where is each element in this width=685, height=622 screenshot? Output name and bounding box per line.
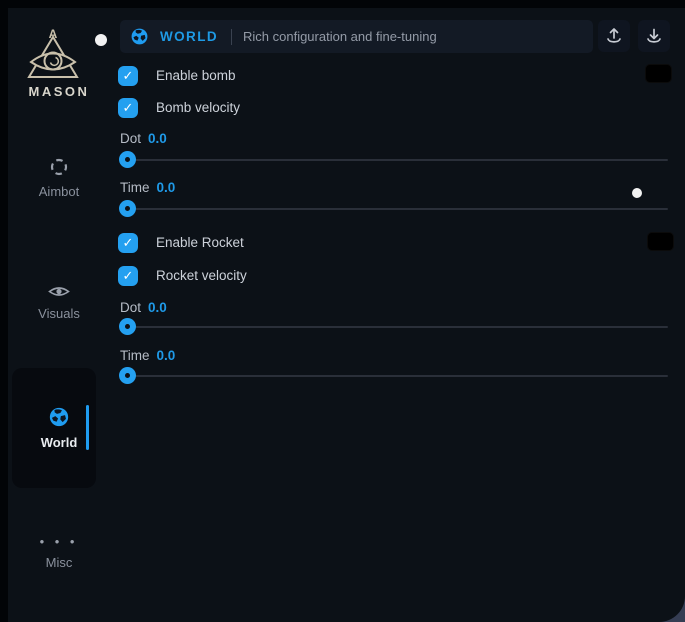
download-icon xyxy=(644,26,664,46)
sidebar-item-label: World xyxy=(41,435,78,450)
brand-name: MASON xyxy=(8,84,110,99)
slider-label: Time xyxy=(120,348,150,363)
page-subtitle: Rich configuration and fine-tuning xyxy=(243,29,437,44)
enable-rocket-row: ✓ Enable Rocket xyxy=(118,232,244,253)
slider-value: 0.0 xyxy=(148,131,167,146)
rocket-dot-slider-handle[interactable] xyxy=(119,318,136,335)
checkbox-label: Bomb velocity xyxy=(156,100,240,115)
eye-icon xyxy=(48,284,70,299)
upload-button[interactable] xyxy=(598,20,630,52)
check-icon: ✓ xyxy=(123,101,134,114)
download-button[interactable] xyxy=(638,20,670,52)
enable-rocket-checkbox[interactable]: ✓ xyxy=(118,233,138,253)
slider-label: Dot xyxy=(120,131,141,146)
rocket-time-slider-handle[interactable] xyxy=(119,367,136,384)
rocket-color-swatch[interactable] xyxy=(647,232,674,251)
cursor-dot xyxy=(632,188,642,198)
check-icon: ✓ xyxy=(123,236,134,249)
slider-value: 0.0 xyxy=(157,180,176,195)
rocket-dot-caption: Dot 0.0 xyxy=(120,300,167,315)
bomb-color-swatch[interactable] xyxy=(645,64,672,83)
check-icon: ✓ xyxy=(123,269,134,282)
bomb-time-slider-track[interactable] xyxy=(120,208,668,210)
enable-bomb-checkbox[interactable]: ✓ xyxy=(118,66,138,86)
bomb-dot-caption: Dot 0.0 xyxy=(120,131,167,146)
check-icon: ✓ xyxy=(123,69,134,82)
brand-logo-icon: A xyxy=(22,26,84,84)
enable-bomb-row: ✓ Enable bomb xyxy=(118,65,236,86)
bomb-time-slider-handle[interactable] xyxy=(119,200,136,217)
sidebar-item-label: Aimbot xyxy=(39,184,79,199)
sidebar-item-visuals[interactable]: Visuals xyxy=(8,284,110,323)
bomb-velocity-checkbox[interactable]: ✓ xyxy=(118,98,138,118)
sidebar-item-misc[interactable]: • • • Misc xyxy=(8,538,110,572)
crosshair-icon xyxy=(49,157,69,177)
slider-value: 0.0 xyxy=(157,348,176,363)
checkbox-label: Enable bomb xyxy=(156,68,236,83)
rocket-time-caption: Time 0.0 xyxy=(120,348,175,363)
header-divider xyxy=(231,29,232,45)
bomb-velocity-row: ✓ Bomb velocity xyxy=(118,97,240,118)
slider-label: Time xyxy=(120,180,150,195)
globe-icon xyxy=(48,406,70,428)
ellipsis-icon: • • • xyxy=(8,538,110,546)
cursor-dot xyxy=(95,34,107,46)
bomb-dot-slider-handle[interactable] xyxy=(119,151,136,168)
sidebar-item-label: Misc xyxy=(46,555,73,570)
rocket-dot-slider-track[interactable] xyxy=(120,326,668,328)
bomb-time-caption: Time 0.0 xyxy=(120,180,175,195)
sidebar-item-world[interactable]: World xyxy=(8,406,110,452)
sidebar: A MASON Aimbot Visuals xyxy=(8,8,110,622)
menu-window: A MASON Aimbot Visuals xyxy=(8,8,685,622)
mason-menu: A MASON Aimbot Visuals xyxy=(0,0,685,622)
globe-icon xyxy=(130,27,149,46)
slider-value: 0.0 xyxy=(148,300,167,315)
rocket-time-slider-track[interactable] xyxy=(120,375,668,377)
page-title: WORLD xyxy=(160,29,218,44)
slider-label: Dot xyxy=(120,300,141,315)
sidebar-item-label: Visuals xyxy=(38,306,80,321)
page-header: WORLD Rich configuration and fine-tuning xyxy=(120,20,593,53)
checkbox-label: Enable Rocket xyxy=(156,235,244,250)
rocket-velocity-row: ✓ Rocket velocity xyxy=(118,265,247,286)
checkbox-label: Rocket velocity xyxy=(156,268,247,283)
sidebar-item-aimbot[interactable]: Aimbot xyxy=(8,157,110,201)
rocket-velocity-checkbox[interactable]: ✓ xyxy=(118,266,138,286)
upload-icon xyxy=(604,26,624,46)
bomb-dot-slider-track[interactable] xyxy=(120,159,668,161)
